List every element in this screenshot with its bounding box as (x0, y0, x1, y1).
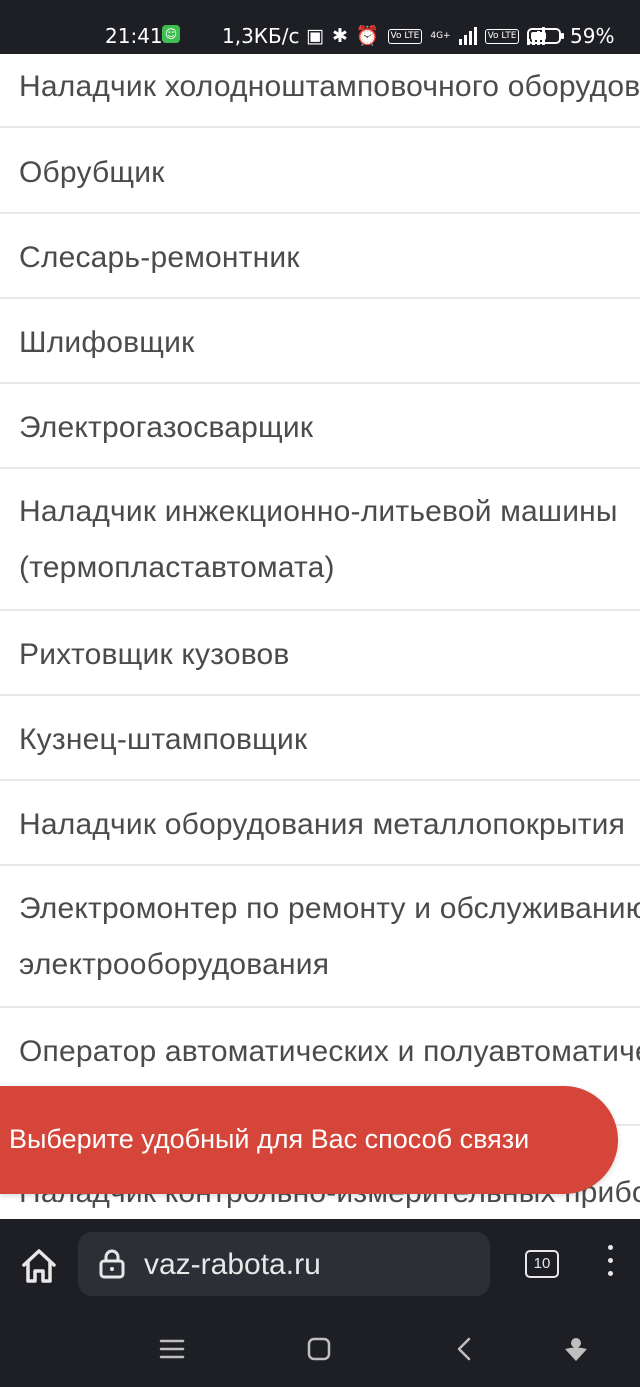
nfc-icon: ▣ (306, 25, 324, 47)
list-item[interactable]: Слесарь-ремонтник (0, 214, 640, 299)
network-speed: 1,3КБ/с (222, 24, 300, 48)
list-item[interactable]: Наладчик оборудования металлопокрытия (0, 781, 640, 866)
job-label: Электрогазосварщик (19, 411, 314, 444)
status-time: 21:41 (105, 24, 163, 48)
assistant-icon[interactable] (561, 1334, 591, 1364)
battery-percent: 59% (570, 24, 615, 48)
list-item[interactable]: Кузнец-штамповщик (0, 696, 640, 781)
contact-banner-label: Выберите удобный для Вас способ связи (9, 1124, 530, 1154)
status-icons: ▣ ✱ ⏰ Vo LTE 4G+ Vo LTE (306, 22, 546, 50)
home-icon[interactable] (20, 1246, 58, 1286)
url-text: vaz-rabota.ru (144, 1248, 321, 1281)
list-item[interactable]: Шлифовщик (0, 299, 640, 384)
list-item[interactable]: Наладчик инжекционно-литьевой машины (те… (0, 469, 640, 611)
battery-icon (527, 28, 564, 44)
contact-banner-button[interactable]: Выберите удобный для Вас способ связи (0, 1086, 618, 1194)
job-label: Электромонтер по ремонту и обслуживанию … (19, 892, 640, 981)
job-label: Шлифовщик (19, 326, 195, 359)
status-bar: 21:41 ☺ 1,3КБ/с ▣ ✱ ⏰ Vo LTE 4G+ Vo LTE … (0, 0, 640, 54)
list-item[interactable]: Электрогазосварщик (0, 384, 640, 469)
job-label: Оператор автоматических и полуавтоматиче… (19, 1035, 640, 1068)
battery-fill (531, 32, 546, 40)
volte-badge-2: Vo LTE (484, 28, 520, 44)
list-item[interactable]: Электромонтер по ремонту и обслуживанию … (0, 866, 640, 1008)
app-notification-icon: ☺ (162, 25, 180, 43)
signal-icon (458, 27, 477, 45)
job-list: Наладчик холодноштамповочного оборудован… (0, 54, 640, 1219)
job-label: Слесарь-ремонтник (19, 241, 300, 274)
volte-badge: Vo LTE (387, 28, 423, 44)
job-label: Наладчик холодноштамповочного оборудован… (19, 70, 640, 103)
back-icon[interactable] (450, 1334, 480, 1364)
browser-toolbar: vaz-rabota.ru 10 (0, 1219, 640, 1314)
tab-count: 10 (533, 1255, 551, 1272)
job-label: Наладчик оборудования металлопокрытия (19, 808, 626, 841)
recents-icon[interactable] (157, 1334, 187, 1364)
address-bar[interactable]: vaz-rabota.ru (78, 1232, 490, 1296)
list-item[interactable]: Наладчик холодноштамповочного оборудован… (0, 54, 640, 128)
system-nav-bar (0, 1314, 640, 1387)
job-label: Наладчик инжекционно-литьевой машины (те… (19, 495, 618, 584)
job-label: Обрубщик (19, 156, 165, 189)
alarm-icon: ⏰ (355, 25, 380, 47)
home-square-icon[interactable] (304, 1334, 334, 1364)
bluetooth-icon: ✱ (331, 25, 348, 47)
list-item[interactable]: Обрубщик (0, 128, 640, 214)
job-label: Рихтовщик кузовов (19, 638, 290, 671)
job-label: Кузнец-штамповщик (19, 723, 308, 756)
network-type-badge: 4G+ (430, 31, 451, 41)
list-item[interactable]: Рихтовщик кузовов (0, 611, 640, 696)
tabs-icon[interactable]: 10 (525, 1250, 559, 1278)
lock-icon (99, 1249, 125, 1279)
more-vert-icon[interactable] (600, 1245, 620, 1285)
